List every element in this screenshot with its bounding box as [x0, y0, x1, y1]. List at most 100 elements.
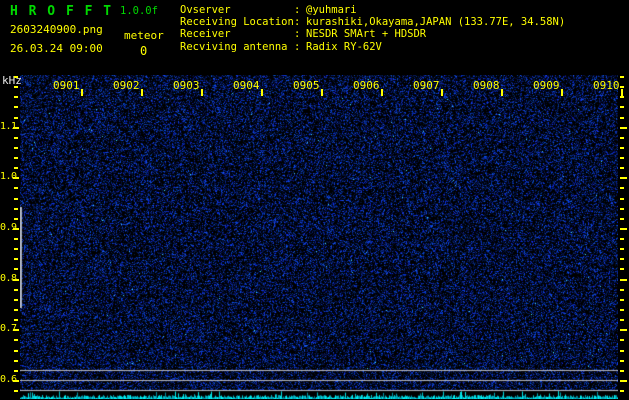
info-label: Recviving antenna	[180, 41, 288, 53]
freq-minor-tick-right	[620, 157, 624, 160]
freq-minor-tick-right	[620, 288, 624, 291]
info-value: Radix RY-62V	[306, 41, 382, 53]
time-tick	[261, 89, 263, 96]
info-row-antenna: Recviving antenna : Radix RY-62V	[180, 42, 382, 53]
freq-minor-tick-left	[14, 157, 18, 160]
freq-minor-tick-left	[14, 146, 18, 149]
freq-minor-tick-right	[620, 308, 624, 311]
time-label: 0907	[413, 79, 440, 92]
time-tick	[561, 89, 563, 96]
freq-minor-tick-left	[14, 369, 18, 372]
hrofft-screen: H R O F F T 1.0.0f 2603240900.png meteor…	[0, 0, 629, 400]
freq-minor-tick-left	[14, 86, 18, 89]
freq-minor-tick-right	[620, 369, 624, 372]
freq-minor-tick-left	[14, 288, 18, 291]
datetime-label: 26.03.24 09:00	[10, 42, 103, 55]
info-colon: :	[294, 41, 301, 53]
info-label: Receiving Location	[180, 16, 294, 28]
freq-minor-tick-left	[14, 217, 18, 220]
freq-major-tick-right	[620, 329, 627, 332]
freq-minor-tick-right	[620, 76, 624, 78]
freq-minor-tick-left	[14, 238, 18, 241]
freq-label: 1.1	[0, 120, 17, 132]
meteor-label: meteor	[124, 29, 164, 42]
freq-minor-tick-left	[14, 298, 18, 301]
info-label: Ovserver	[180, 4, 231, 16]
time-tick	[81, 89, 83, 96]
info-colon: :	[294, 28, 301, 40]
freq-minor-tick-left	[14, 308, 18, 311]
time-label: 0908	[473, 79, 500, 92]
freq-minor-tick-left	[14, 106, 18, 109]
time-label: 0905	[293, 79, 320, 92]
info-row-location: Receiving Location : kurashiki,Okayama,J…	[180, 17, 565, 28]
freq-minor-tick-right	[620, 187, 624, 190]
time-label: 0909	[533, 79, 560, 92]
freq-minor-tick-right	[620, 207, 624, 210]
info-colon: :	[294, 16, 301, 28]
freq-minor-tick-right	[620, 86, 624, 89]
info-row-receiver: Receiver : NESDR SMArt + HDSDR	[180, 29, 426, 40]
freq-minor-tick-left	[14, 268, 18, 271]
freq-label: 0.7	[0, 323, 17, 335]
freq-minor-tick-left	[14, 359, 18, 362]
freq-minor-tick-right	[620, 116, 624, 119]
freq-label: 0.8	[0, 272, 17, 284]
freq-minor-tick-right	[620, 349, 624, 352]
info-colon: :	[294, 4, 301, 16]
freq-minor-tick-right	[620, 238, 624, 241]
freq-minor-tick-left	[14, 167, 18, 170]
freq-major-tick-right	[620, 379, 627, 382]
freq-label: 0.6	[0, 373, 17, 385]
freq-minor-tick-left	[14, 248, 18, 251]
freq-major-tick-right	[620, 177, 627, 180]
time-label: 0903	[173, 79, 200, 92]
info-value: NESDR SMArt + HDSDR	[306, 28, 427, 40]
time-label: 0902	[113, 79, 140, 92]
freq-minor-tick-right	[620, 96, 624, 99]
time-tick	[321, 89, 323, 96]
freq-minor-tick-right	[620, 268, 624, 271]
time-tick	[621, 89, 623, 96]
meteor-count: 0	[140, 44, 148, 58]
freq-minor-tick-left	[14, 197, 18, 200]
freq-minor-tick-right	[620, 106, 624, 109]
time-tick	[141, 89, 143, 96]
freq-minor-tick-left	[14, 187, 18, 190]
info-row-observer: Ovserver : @yuhmari	[180, 5, 357, 16]
freq-minor-tick-right	[620, 319, 624, 322]
freq-minor-tick-left	[14, 339, 18, 342]
freq-minor-tick-right	[620, 197, 624, 200]
freq-major-tick-right	[620, 278, 627, 281]
info-label: Receiver	[180, 28, 231, 40]
freq-minor-tick-left	[14, 258, 18, 261]
freq-minor-tick-right	[620, 339, 624, 342]
info-value: @yuhmari	[306, 4, 357, 16]
freq-minor-tick-right	[620, 217, 624, 220]
freq-minor-tick-left	[14, 96, 18, 99]
time-label: 0901	[53, 79, 80, 92]
time-label: 0910	[593, 79, 620, 92]
freq-major-tick-right	[620, 227, 627, 230]
freq-minor-tick-left	[14, 319, 18, 322]
freq-minor-tick-right	[620, 390, 624, 393]
time-tick	[501, 89, 503, 96]
time-tick	[201, 89, 203, 96]
freq-minor-tick-left	[14, 349, 18, 352]
freq-minor-tick-left	[14, 116, 18, 119]
info-value: kurashiki,Okayama,JAPAN (133.77E, 34.58N…	[306, 16, 566, 28]
freq-minor-tick-right	[620, 359, 624, 362]
freq-minor-tick-left	[14, 207, 18, 210]
freq-minor-tick-right	[620, 248, 624, 251]
freq-minor-tick-left	[14, 390, 18, 393]
freq-minor-tick-right	[620, 298, 624, 301]
frequency-unit-label: kHz	[2, 74, 22, 87]
freq-minor-tick-right	[620, 146, 624, 149]
time-label: 0904	[233, 79, 260, 92]
freq-minor-tick-right	[620, 258, 624, 261]
freq-minor-tick-left	[14, 136, 18, 139]
freq-minor-tick-right	[620, 136, 624, 139]
freq-label: 1.0	[0, 171, 17, 183]
freq-minor-tick-right	[620, 167, 624, 170]
app-title: H R O F F T	[10, 4, 113, 19]
